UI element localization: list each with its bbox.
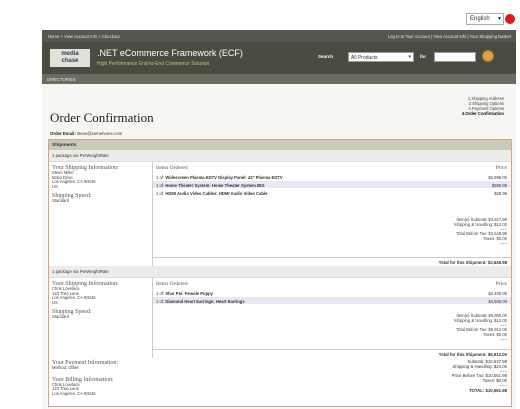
package-label: 1 package via PerWeightRate (49, 266, 511, 278)
order-item-row: 1 of: Widescreen Plasma EDTV Display Pan… (153, 173, 511, 180)
order-summary-totals: Subtotal: $10,537.98 Shipping & Handling… (452, 359, 507, 394)
items-ordered-header: Items Ordered (156, 165, 188, 171)
shipment-totals: Item(s) Subtotal: $6,900.00 Shipping & H… (454, 313, 507, 343)
package: Your Shipping Information: Steve Miller … (49, 162, 511, 266)
totals-line: ----- (500, 240, 507, 246)
search-input[interactable] (434, 52, 476, 62)
directories-link[interactable]: DIRECTORIES (47, 77, 76, 82)
items-ordered-header: Items Ordered (156, 281, 188, 287)
site-header: media chase .NET eCommerce Framework (EC… (42, 42, 516, 74)
item-name: Shar Pei: Female Puppy (165, 290, 214, 296)
item-name: HDMI Audio Video Cables: HDMI Audio Vide… (165, 190, 268, 196)
search-go-button[interactable] (482, 50, 494, 62)
order-item-row: 1 of: Home Theater System: Home Theater … (153, 181, 511, 188)
site-subtitle: High Performance End-to-End Commerce Sol… (97, 61, 210, 67)
order-item-row: 1 of: Shar Pei: Female Puppy $2,400.00 (153, 289, 511, 296)
item-qty: 1 of: (156, 298, 165, 304)
item-qty: 1 of: (156, 182, 165, 188)
logo-bottom-text: chase (61, 58, 79, 64)
order-summary-section: Your Payment Information: Method: Other … (49, 358, 511, 406)
order-email-label: Order Email: (50, 131, 76, 136)
item-name: Home Theater System: Home Theater System… (165, 182, 265, 188)
shipment-grand-total: Total for this Shipment: $3,649.98 (153, 257, 511, 265)
package-label: 1 package via PerWeightRate (49, 150, 511, 162)
breadcrumb[interactable]: Home > View Account Info > Checkout (48, 34, 120, 39)
page-title: Order Confirmation (50, 110, 154, 125)
logo-top-text: media (61, 51, 79, 57)
help-icon[interactable] (505, 14, 515, 24)
item-qty: 1 of: (156, 174, 165, 180)
price-header: Price (495, 165, 507, 171)
shipping-speed-value: Standard (52, 198, 69, 204)
summary-line: Shipping & Handling: $24.00 (452, 363, 507, 369)
language-select[interactable]: English ▾ (466, 13, 504, 25)
price-header: Price (495, 281, 507, 287)
address-line: Los Angeles, CA 90046 (52, 390, 96, 396)
search-label: Search (318, 54, 334, 59)
logo[interactable]: media chase (50, 49, 90, 67)
shipping-speed-value: Standard (52, 314, 69, 320)
item-price: $2,400.00 (488, 290, 507, 296)
category-value: All Products (351, 54, 378, 61)
chevron-down-icon: ▾ (408, 54, 411, 60)
item-price: $4,500.00 (488, 298, 507, 304)
payment-info: Your Payment Information: Method: Other … (52, 360, 118, 396)
language-value: English (470, 16, 490, 22)
shipping-info: Your Shipping Information: Chris Lovelac… (52, 281, 152, 320)
item-qty: 1 of: (156, 190, 165, 196)
package: Your Shipping Information: Chris Lovelac… (49, 278, 511, 358)
address-line: US (52, 299, 58, 305)
chevron-down-icon: ▾ (497, 16, 501, 22)
shipment-totals: Item(s) Subtotal: $3,627.98 Shipping & H… (454, 217, 507, 247)
payment-method: Method: Other (52, 365, 79, 370)
for-label: for (420, 54, 426, 59)
site-title: .NET eCommerce Framework (ECF) (97, 48, 243, 58)
totals-line: ----- (500, 336, 507, 342)
language-bar: English ▾ (42, 8, 516, 30)
step-item-active: 4.Order Confirmation (461, 111, 504, 116)
page: English ▾ Home > View Account Info > Che… (42, 8, 516, 409)
order-email-value: steve@somehome.com (77, 131, 123, 136)
top-nav: Home > View Account Info > Checkout Log … (42, 30, 516, 42)
shipments-panel: Shipments 1 package via PerWeightRate Yo… (48, 139, 512, 407)
item-name: Widescreen Plasma EDTV Display Panel: 42… (165, 174, 283, 180)
checkout-steps: 1.Shipping Address 2.Shipping Options 3.… (462, 96, 504, 116)
item-name: Diamond Heart Earrings: Heart Earrings (165, 298, 245, 304)
item-price: $2,999.00 (488, 174, 507, 180)
item-qty: 1 of: (156, 290, 165, 296)
shipment-grand-total: Total for this Shipment: $6,912.00 (153, 349, 511, 357)
shipping-info: Your Shipping Information: Steve Miller … (52, 165, 152, 204)
category-select[interactable]: All Products ▾ (348, 52, 414, 62)
order-item-row: 1 of: Diamond Heart Earrings: Heart Earr… (153, 297, 511, 304)
summary-total: TOTAL: $10,561.98 (468, 387, 507, 393)
shipments-header: Shipments (49, 140, 511, 150)
order-item-row: 1 of: HDMI Audio Video Cables: HDMI Audi… (153, 189, 511, 196)
account-links[interactable]: Log In to Your Account | View Account In… (388, 34, 511, 39)
directories-bar: DIRECTORIES (42, 74, 516, 84)
main-content: 1.Shipping Address 2.Shipping Options 3.… (42, 84, 516, 409)
order-email: Order Email: steve@somehome.com (50, 131, 122, 136)
item-price: $599.99 (491, 182, 507, 188)
address-line: US (52, 183, 58, 189)
item-price: $29.99 (494, 190, 507, 196)
